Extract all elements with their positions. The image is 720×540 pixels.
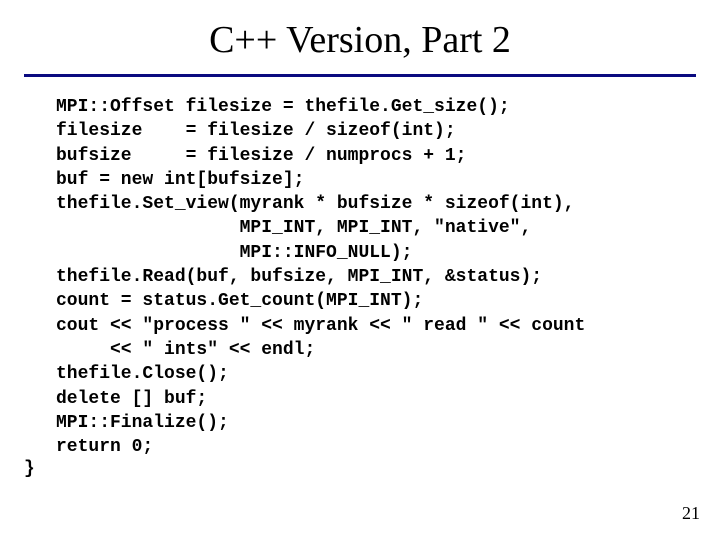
page-number: 21 bbox=[682, 503, 700, 524]
slide-title: C++ Version, Part 2 bbox=[0, 0, 720, 74]
code-block: MPI::Offset filesize = thefile.Get_size(… bbox=[0, 95, 720, 459]
slide: C++ Version, Part 2 MPI::Offset filesize… bbox=[0, 0, 720, 540]
title-rule bbox=[24, 74, 696, 77]
code-close-brace: } bbox=[0, 459, 720, 479]
